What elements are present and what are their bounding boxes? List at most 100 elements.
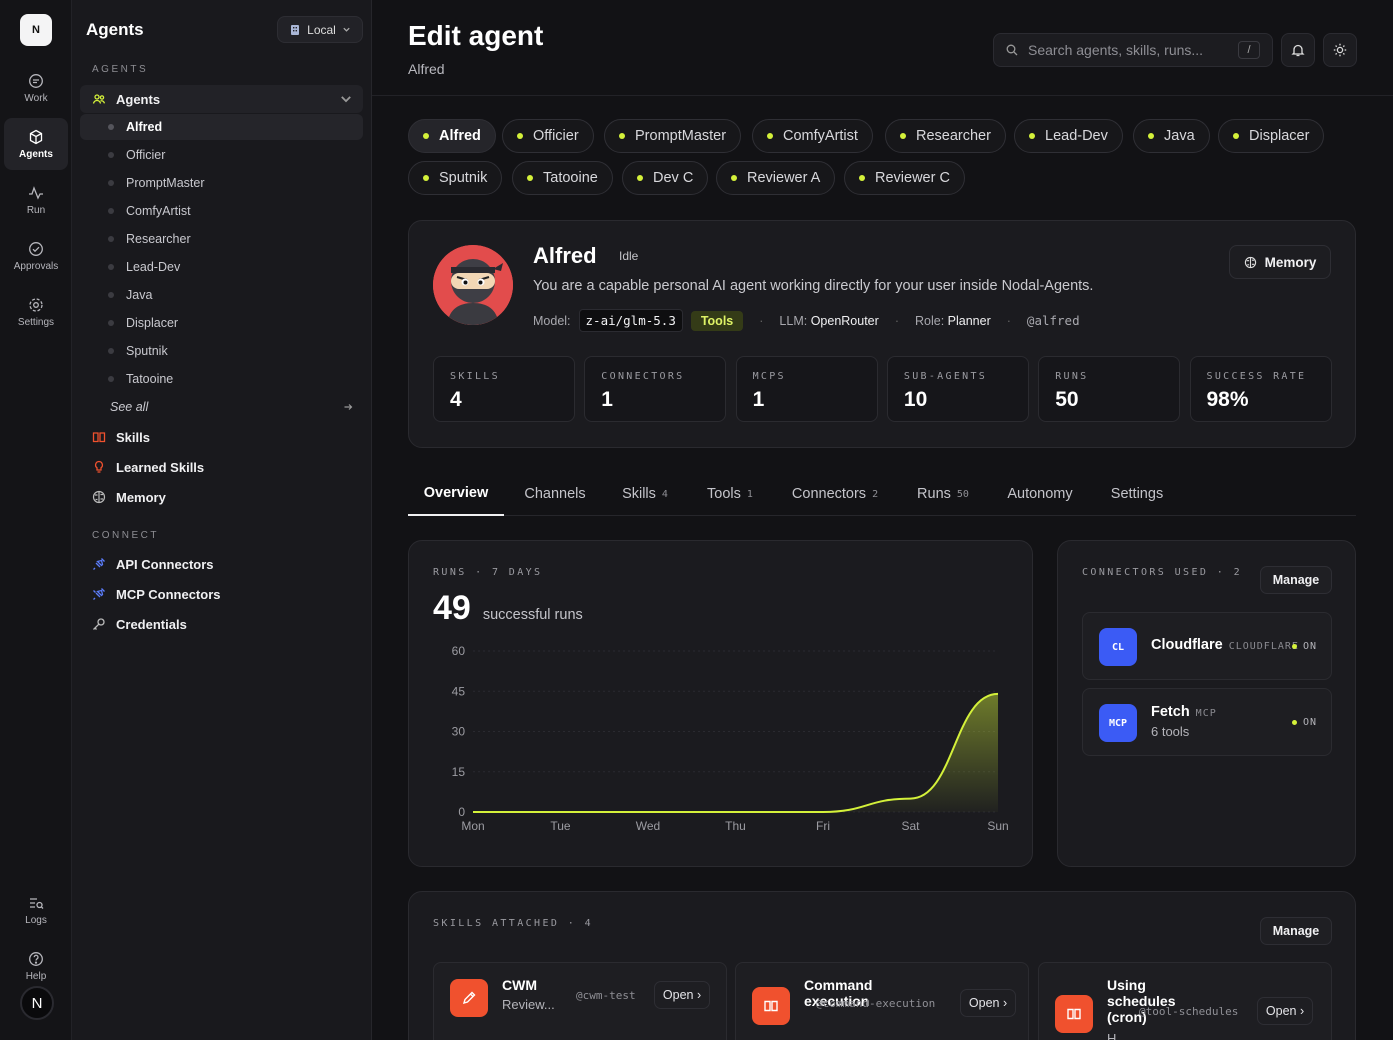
agent-dot [108,348,114,354]
app-logo[interactable]: N [20,14,52,46]
skill-icon [450,979,488,1017]
open-skill-button[interactable]: Open › [960,989,1016,1017]
tab-tools[interactable]: Tools 1 [688,472,772,516]
brain-icon [92,490,106,504]
status-dot [637,175,643,181]
search-input[interactable]: Search agents, skills, runs... / [993,33,1273,67]
agent-status-badge: Idle [619,249,639,263]
sidebar-group-agents[interactable]: Agents [80,85,363,113]
agent-chip[interactable]: Lead-Dev [1014,119,1123,153]
sidebar-item-credentials[interactable]: Credentials [80,610,363,638]
skills-attached-card: SKILLS ATTACHED · 4 Manage CWM Review...… [408,891,1356,1040]
agent-dot [108,208,114,214]
sidebar-item-skills[interactable]: Skills [80,423,363,451]
ninja-avatar-icon [433,245,513,325]
agents-section-label: AGENTS [92,64,149,75]
sidebar-agent-item[interactable]: Alfred [80,114,363,140]
stat-value: 50 [1055,388,1079,411]
skill-item[interactable]: Using schedules (cron) H... @tool-schedu… [1038,962,1332,1040]
sidebar-agent-item[interactable]: Officier [80,142,363,168]
y-tick-label: 45 [452,684,466,698]
rail-item-logs[interactable]: Logs [4,884,68,936]
help-icon [29,951,43,966]
tab-runs[interactable]: Runs 50 [900,472,986,516]
stat-tile: SUCCESS RATE 98% [1189,356,1332,422]
stat-label: SUB-AGENTS [903,371,988,382]
sidebar-item-mcp-connectors[interactable]: MCP Connectors [80,580,363,608]
brain-icon [1244,256,1256,268]
x-tick-label: Tue [550,819,571,833]
skill-slug: @command-execution [816,997,936,1010]
sidebar-agent-item[interactable]: PromptMaster [80,170,363,196]
search-icon [1006,44,1018,56]
tab-connectors[interactable]: Connectors 2 [774,472,896,516]
agent-chip[interactable]: Displacer [1218,119,1325,153]
key-icon [93,618,105,630]
sidebar-agent-item[interactable]: Java [80,282,363,308]
book-icon [1067,1008,1081,1020]
sidebar-item-memory[interactable]: Memory [80,483,363,511]
y-tick-label: 30 [452,725,466,739]
manage-skills-button[interactable]: Manage [1260,917,1332,945]
status-dot [527,175,533,181]
agent-chip[interactable]: PromptMaster [604,119,742,153]
agent-chip[interactable]: Officier [502,119,594,153]
connector-item[interactable]: MCP Fetch MCP 6 tools ON [1082,688,1332,756]
connector-item[interactable]: CL Cloudflare CLOUDFLARE ON [1082,612,1332,680]
agent-chip[interactable]: ComfyArtist [752,119,873,153]
open-skill-button[interactable]: Open › [654,981,710,1009]
agent-chip[interactable]: Tatooine [512,161,613,195]
open-skill-button[interactable]: Open › [1257,997,1313,1025]
skill-item[interactable]: CWM Review... @cwm-test Open › [433,962,727,1040]
agent-chip[interactable]: Sputnik [408,161,503,195]
rail-item-agents[interactable]: Agents [4,118,68,170]
sidebar-agent-item[interactable]: Lead-Dev [80,254,363,280]
see-all-agents-link[interactable]: See all [80,394,363,420]
agent-chip[interactable]: Java [1133,119,1210,153]
agent-chip[interactable]: Reviewer A [716,161,836,195]
tab-settings[interactable]: Settings [1094,472,1180,516]
connector-subtitle: 6 tools [1151,724,1190,739]
rail-item-approvals[interactable]: Approvals [4,230,68,282]
sidebar-agent-item[interactable]: ComfyArtist [80,198,363,224]
plug-icon [93,558,105,570]
agent-chip[interactable]: Researcher [885,119,1006,153]
agent-chip[interactable]: Dev C [622,161,709,195]
runs-big-value: 49 [433,589,471,627]
status-dot [1233,133,1239,139]
sidebar-agent-item[interactable]: Tatooine [80,366,363,392]
runs-big-caption: successful runs [482,607,583,623]
skill-item[interactable]: Command execution @command-execution Ope… [735,962,1029,1040]
sidebar-item-api-connectors[interactable]: API Connectors [80,550,363,578]
tab-channels[interactable]: Channels [508,472,602,516]
agent-chip[interactable]: Reviewer C [844,161,965,195]
rail-item-work[interactable]: Work [4,62,68,114]
theme-toggle-button[interactable] [1323,33,1357,67]
chevron-down-icon[interactable] [339,92,353,106]
connect-section-label: CONNECT [92,530,159,541]
sidebar-agent-item[interactable]: Sputnik [80,338,363,364]
book-icon [764,1000,778,1012]
user-avatar[interactable]: N [20,986,54,1020]
sidebar-agent-item[interactable]: Researcher [80,226,363,252]
tab-overview[interactable]: Overview [408,472,504,516]
rail-item-run[interactable]: Run [4,174,68,226]
chat-icon [29,73,43,88]
sidebar-item-learned-skills[interactable]: Learned Skills [80,453,363,481]
area-fill [473,693,998,812]
manage-connectors-button[interactable]: Manage [1260,566,1332,594]
tab-autonomy[interactable]: Autonomy [990,472,1090,516]
skill-slug: @cwm-test [576,989,636,1002]
agent-chip[interactable]: Alfred [408,119,496,153]
notifications-button[interactable] [1281,33,1315,67]
mcp-plug-icon [93,588,105,600]
rail-item-settings[interactable]: Settings [4,286,68,338]
tab-skills[interactable]: Skills 4 [604,472,686,516]
arrow-right-icon [344,404,353,410]
memory-button[interactable]: Memory [1229,245,1331,279]
rail-item-help[interactable]: Help [4,940,68,992]
skill-description: H... [1107,1031,1128,1040]
sidebar-agent-item[interactable]: Displacer [80,310,363,336]
environment-select[interactable]: Local [277,16,363,43]
stat-value: 10 [903,388,928,411]
